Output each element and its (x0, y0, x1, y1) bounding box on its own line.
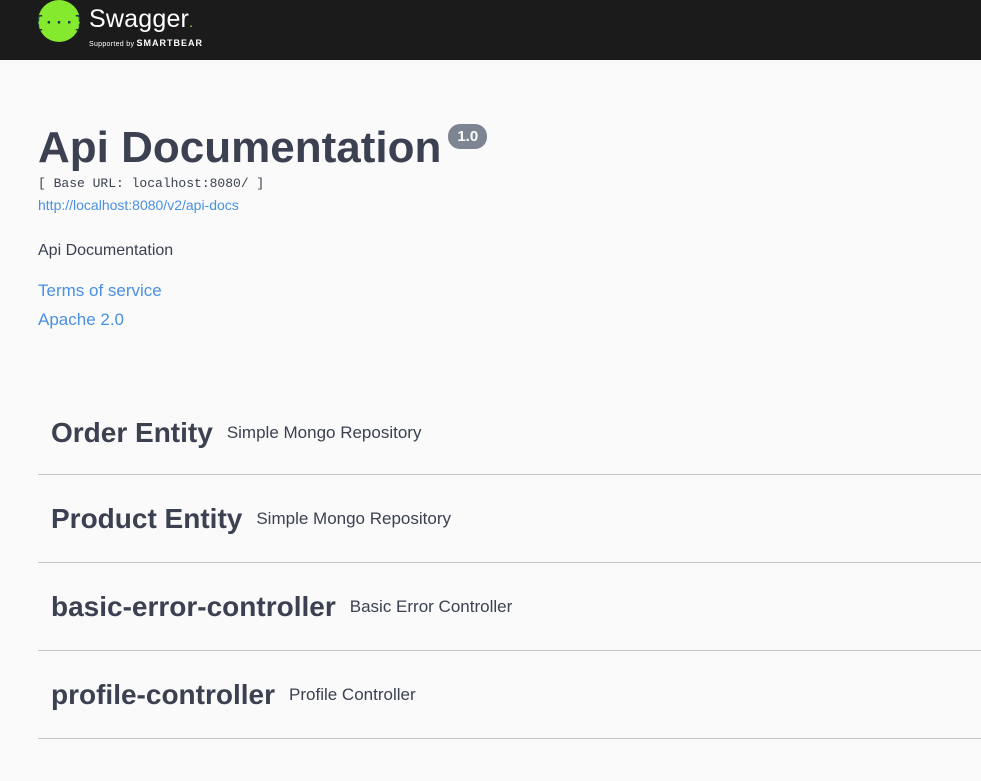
tag-name: Product Entity (51, 502, 243, 534)
tag-name: Order Entity (51, 417, 213, 448)
brand-sub-prefix: Supported by (89, 41, 135, 48)
topbar: {···} Swagger. Supported by SMARTBEAR (0, 0, 981, 60)
brand-sub-company: SMARTBEAR (136, 38, 203, 48)
tag-description: Simple Mongo Repository (256, 508, 451, 528)
swagger-logo-link[interactable]: {···} Swagger. Supported by SMARTBEAR (38, 0, 203, 48)
swagger-braces-icon: {···} (38, 0, 80, 42)
tag-basic-error-controller[interactable]: basic-error-controller Basic Error Contr… (38, 563, 981, 651)
tag-name: basic-error-controller (51, 590, 336, 622)
tag-name: profile-controller (51, 678, 276, 710)
logo-text: Swagger. Supported by SMARTBEAR (89, 0, 203, 50)
api-docs-link[interactable]: http://localhost:8080/v2/api-docs (38, 196, 938, 214)
brand-name: Swagger. (89, 5, 194, 33)
terms-of-service-link[interactable]: Terms of service (38, 280, 938, 302)
tag-product-entity[interactable]: Product Entity Simple Mongo Repository (38, 475, 981, 563)
api-description: Api Documentation (38, 242, 174, 259)
version-badge: 1.0 (448, 124, 488, 149)
tag-list: Order Entity Simple Mongo Repository Pro… (38, 392, 981, 739)
license-link[interactable]: Apache 2.0 (38, 309, 938, 331)
api-info: Api Documentation 1.0 [ Base URL: localh… (38, 118, 938, 331)
tag-description: Basic Error Controller (349, 596, 513, 616)
title-row: Api Documentation 1.0 (38, 118, 938, 178)
tag-description: Profile Controller (289, 684, 416, 704)
tag-profile-controller[interactable]: profile-controller Profile Controller (38, 651, 981, 739)
tag-order-entity[interactable]: Order Entity Simple Mongo Repository (38, 392, 981, 475)
brand-subtitle: Supported by SMARTBEAR (89, 38, 203, 50)
svg-text:{···}: {···} (38, 14, 80, 33)
base-url: [ Base URL: localhost:8080/ ] (38, 176, 265, 191)
page-title: Api Documentation (38, 123, 442, 172)
tag-description: Simple Mongo Repository (226, 423, 422, 442)
